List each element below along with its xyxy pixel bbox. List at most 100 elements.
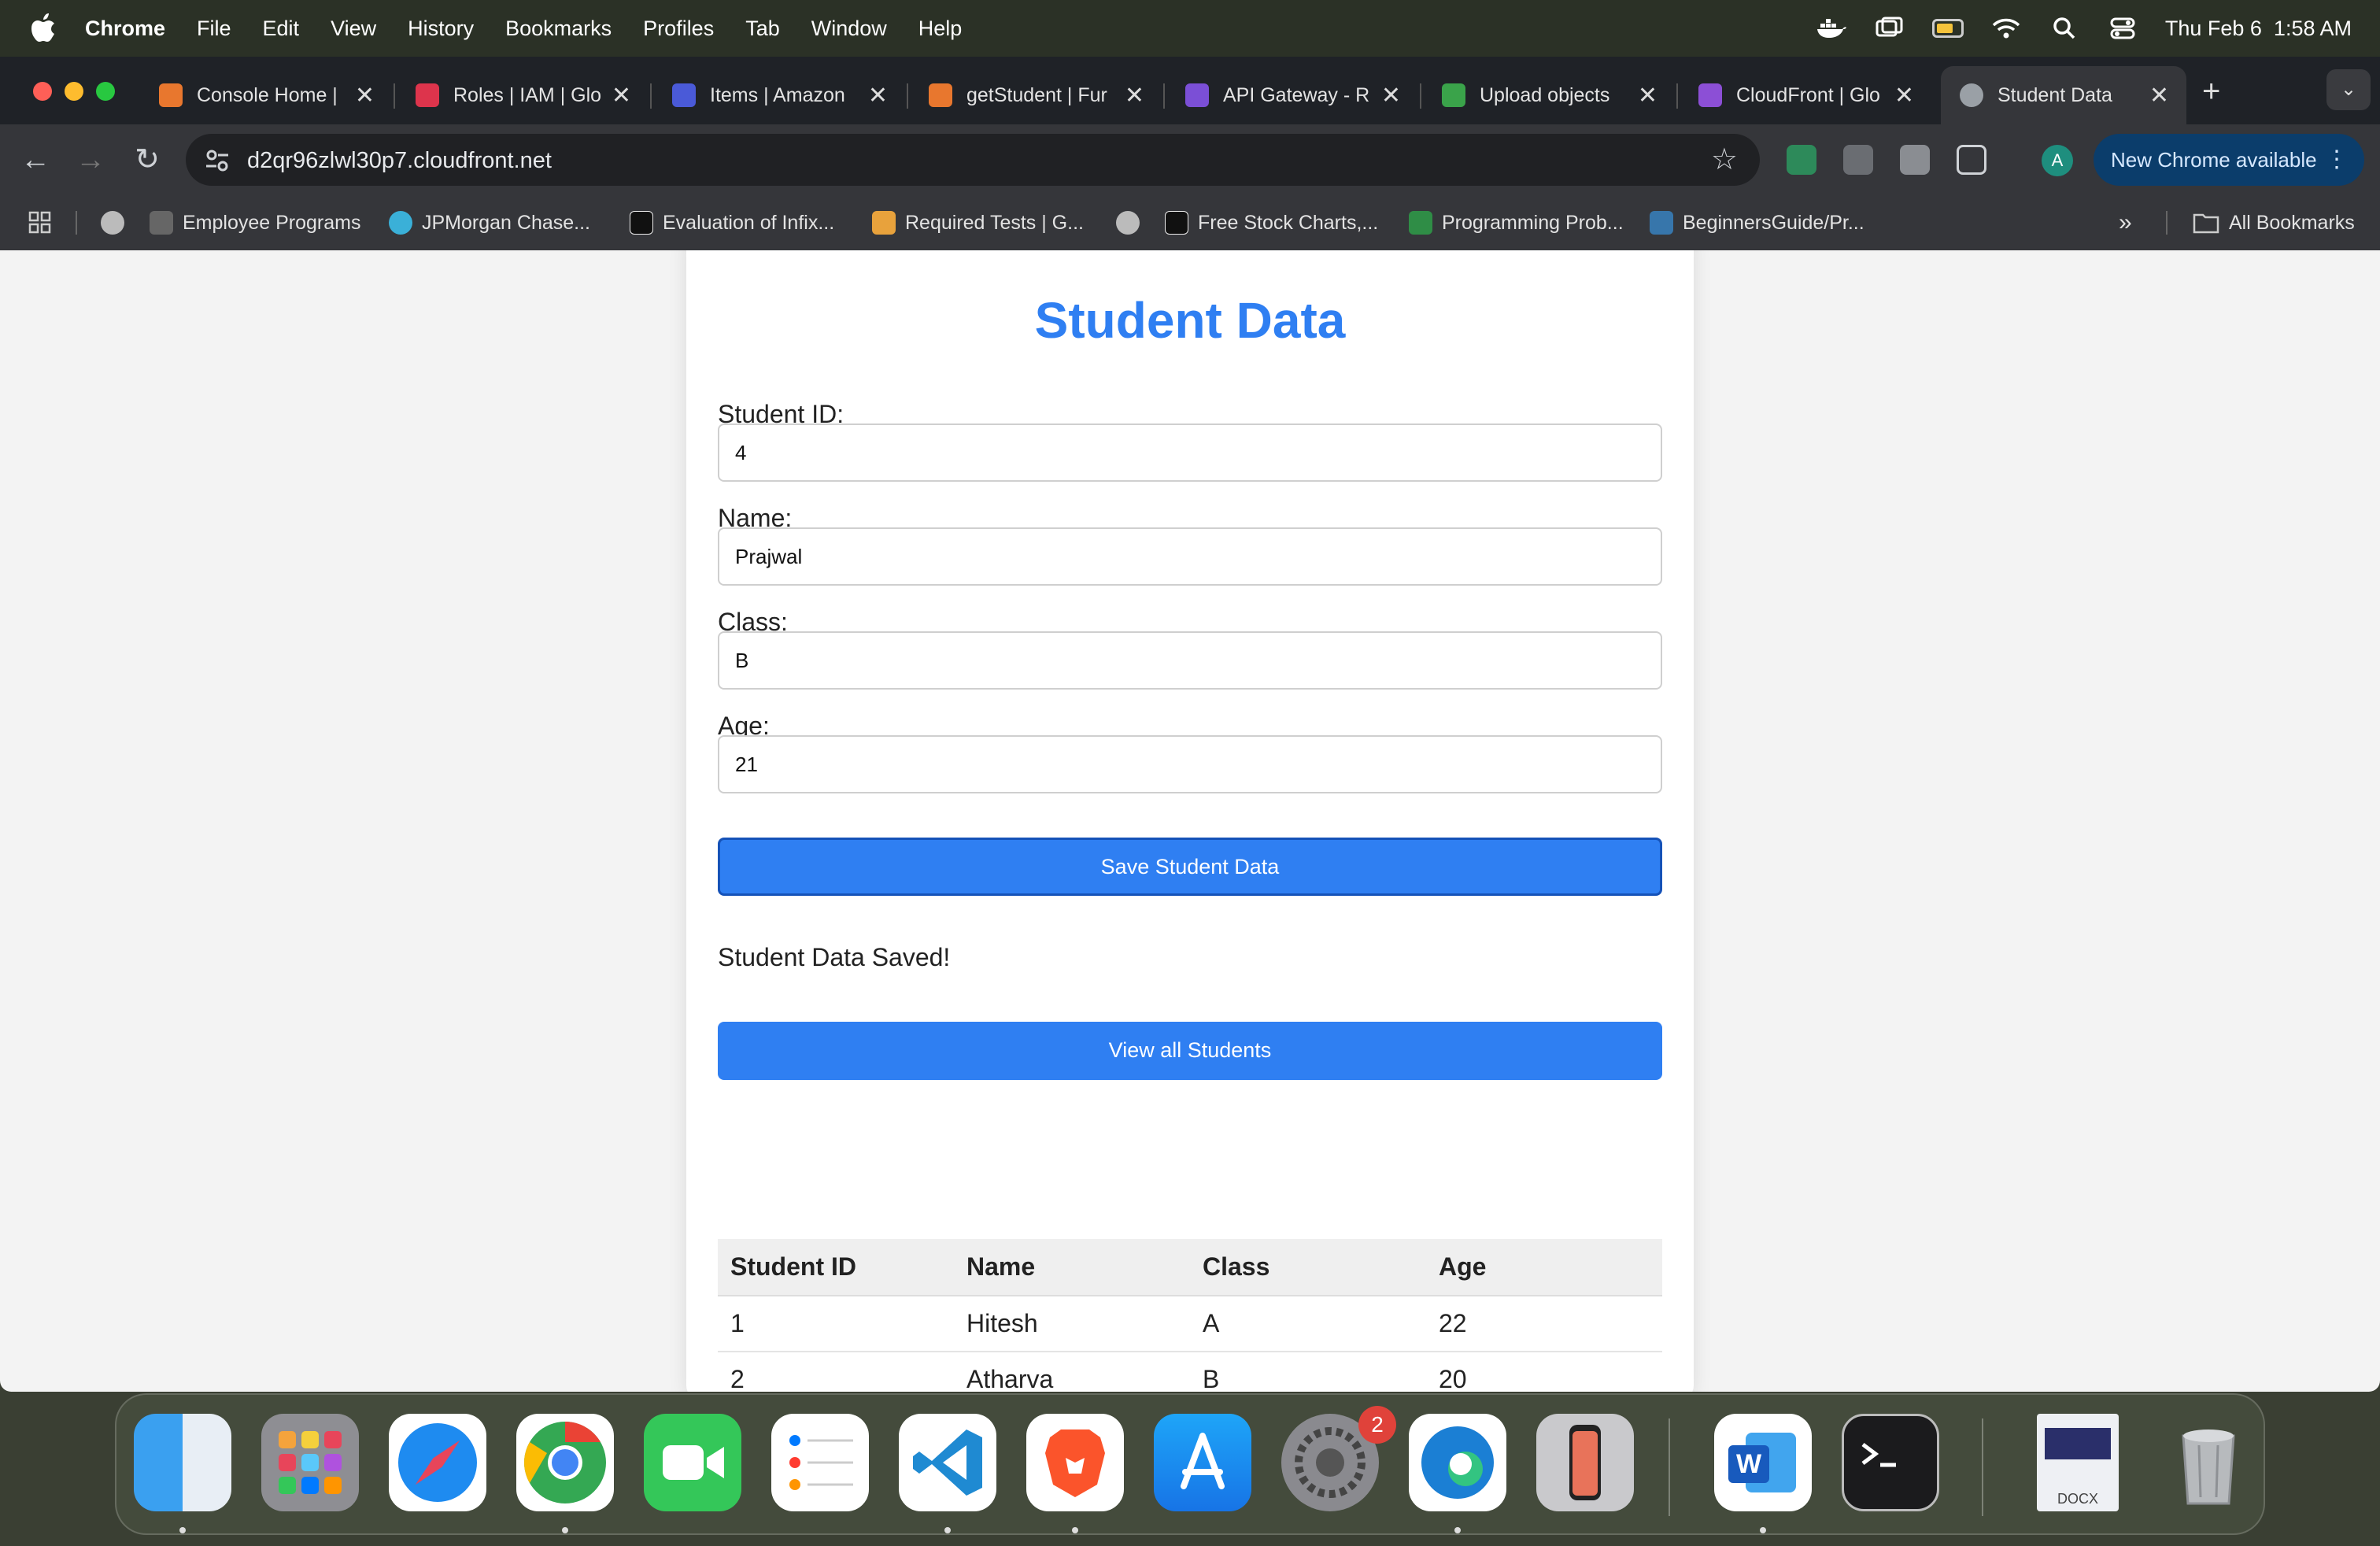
terminal-prompt-icon[interactable] — [1842, 1414, 1939, 1511]
vscode-icon[interactable] — [899, 1414, 996, 1511]
close-tab-icon[interactable]: ✕ — [612, 82, 631, 109]
url-text[interactable]: d2qr96zlwl30p7.cloudfront.net — [247, 148, 552, 174]
more-bookmarks-chevron-icon[interactable]: » — [2119, 195, 2132, 250]
name-input[interactable] — [718, 527, 1662, 586]
student-id-input[interactable] — [718, 423, 1662, 482]
class-input[interactable] — [718, 631, 1662, 690]
battery-icon[interactable] — [1931, 17, 1964, 40]
tab-cloudfront[interactable]: CloudFront | Glo ✕ — [1680, 66, 1931, 124]
globe-bookmark-icon[interactable] — [101, 195, 134, 250]
bookmark-evaluation-infix[interactable]: Evaluation of Infix... — [630, 195, 834, 250]
tab-items-dynamodb[interactable]: Items | Amazon ✕ — [653, 66, 905, 124]
running-indicator — [562, 1527, 568, 1533]
extension-screen-recorder-icon[interactable] — [1787, 145, 1816, 175]
globe-bookmark-icon[interactable] — [1116, 195, 1149, 250]
wifi-icon[interactable] — [1990, 17, 2022, 40]
cell-age: 20 — [1426, 1352, 1662, 1392]
new-chrome-available-button[interactable]: New Chrome available ⋮ — [2094, 134, 2364, 186]
new-tab-icon[interactable]: + — [2202, 74, 2220, 109]
reload-icon[interactable]: ↻ — [128, 140, 167, 179]
bookmark-separator — [2166, 211, 2168, 235]
chrome-tab-strip: Console Home | ✕ Roles | IAM | Glo ✕ Ite… — [0, 57, 2380, 124]
apple-logo-icon[interactable] — [30, 13, 57, 44]
address-bar[interactable]: d2qr96zlwl30p7.cloudfront.net ☆ — [186, 134, 1760, 186]
document-thumbnail-icon[interactable]: DOCX — [2037, 1414, 2119, 1511]
close-tab-icon[interactable]: ✕ — [1894, 82, 1914, 109]
microsoft-word-icon[interactable]: W — [1714, 1414, 1812, 1511]
docker-icon[interactable] — [1816, 17, 1847, 40]
finder-icon[interactable] — [134, 1414, 231, 1511]
forward-arrow-icon[interactable]: → — [71, 140, 110, 179]
view-all-students-button[interactable]: View all Students — [718, 1022, 1662, 1080]
bookmark-required-tests[interactable]: Required Tests | G... — [872, 195, 1084, 250]
iam-icon — [416, 83, 439, 107]
menubar-clock[interactable]: Thu Feb 6 1:58 AM — [2165, 17, 2352, 41]
back-arrow-icon[interactable]: ← — [16, 140, 55, 179]
close-tab-icon[interactable]: ✕ — [868, 82, 888, 109]
bookmark-employee-programs[interactable]: Employee Programs — [150, 195, 360, 250]
menu-file[interactable]: File — [197, 17, 231, 41]
profile-avatar[interactable]: A — [2042, 145, 2073, 176]
bookmark-star-icon[interactable]: ☆ — [1711, 142, 1738, 177]
dock-separator — [1669, 1418, 1670, 1516]
bookmark-programming-problems[interactable]: Programming Prob... — [1409, 195, 1624, 250]
menu-window[interactable]: Window — [811, 17, 887, 41]
cell-name: Atharva — [954, 1352, 1190, 1392]
close-tab-icon[interactable]: ✕ — [2149, 82, 2169, 109]
close-tab-icon[interactable]: ✕ — [355, 82, 375, 109]
trash-icon[interactable] — [2160, 1414, 2257, 1511]
all-bookmarks[interactable]: All Bookmarks — [2193, 195, 2355, 250]
menu-view[interactable]: View — [331, 17, 376, 41]
menu-edit[interactable]: Edit — [263, 17, 300, 41]
bookmark-beginners-guide[interactable]: BeginnersGuide/Pr... — [1650, 195, 1864, 250]
menu-tab[interactable]: Tab — [745, 17, 780, 41]
apps-grid-icon[interactable] — [28, 195, 52, 250]
tab-separator — [1163, 83, 1165, 109]
menu-help[interactable]: Help — [918, 17, 963, 41]
spotlight-search-icon[interactable] — [2049, 17, 2080, 40]
tab-separator — [1676, 83, 1678, 109]
tab-student-data[interactable]: Student Data ✕ — [1941, 66, 2186, 124]
extensions-puzzle-icon[interactable] — [1957, 145, 1986, 175]
menu-app-name[interactable]: Chrome — [85, 17, 165, 41]
close-tab-icon[interactable]: ✕ — [1638, 82, 1658, 109]
minimize-window-button[interactable] — [65, 82, 83, 101]
age-input[interactable] — [718, 735, 1662, 793]
launchpad-icon[interactable] — [261, 1414, 359, 1511]
tab-search-chevron-icon[interactable]: ⌄ — [2326, 69, 2371, 110]
screen-mirroring-icon[interactable] — [1874, 17, 1905, 40]
menubar-status-area: Thu Feb 6 1:58 AM — [1816, 0, 2352, 57]
menu-bookmarks[interactable]: Bookmarks — [505, 17, 612, 41]
bookmark-free-stock-charts[interactable]: Free Stock Charts,... — [1165, 195, 1378, 250]
bookmark-label: Programming Prob... — [1442, 211, 1624, 234]
tab-getstudent-lambda[interactable]: getStudent | Fur ✕ — [910, 66, 1162, 124]
update-label: New Chrome available — [2111, 148, 2317, 172]
chrome-icon[interactable] — [516, 1414, 614, 1511]
tab-api-gateway[interactable]: API Gateway - R ✕ — [1166, 66, 1418, 124]
brave-lion-icon[interactable] — [1026, 1414, 1124, 1511]
menu-profiles[interactable]: Profiles — [643, 17, 714, 41]
extension-notes-icon[interactable] — [1900, 145, 1930, 175]
tab-upload-objects-s3[interactable]: Upload objects ✕ — [1423, 66, 1675, 124]
iphone-mirroring-icon[interactable] — [1536, 1414, 1634, 1511]
tab-console-home[interactable]: Console Home | ✕ — [140, 66, 392, 124]
safari-compass-icon[interactable] — [389, 1414, 486, 1511]
facetime-camera-icon[interactable] — [644, 1414, 741, 1511]
reminders-list-icon[interactable] — [771, 1414, 869, 1511]
tab-roles-iam[interactable]: Roles | IAM | Glo ✕ — [397, 66, 649, 124]
more-menu-icon[interactable]: ⋮ — [2325, 134, 2349, 186]
bookmark-jpmorgan[interactable]: JPMorgan Chase... — [389, 195, 590, 250]
site-info-icon[interactable] — [203, 146, 231, 175]
edge-icon[interactable] — [1409, 1414, 1506, 1511]
close-tab-icon[interactable]: ✕ — [1381, 82, 1401, 109]
bookmark-separator — [76, 211, 77, 235]
control-center-icon[interactable] — [2107, 17, 2138, 40]
zoom-window-button[interactable] — [96, 82, 115, 101]
app-store-icon[interactable] — [1154, 1414, 1251, 1511]
close-tab-icon[interactable]: ✕ — [1125, 82, 1144, 109]
tab-title: Roles | IAM | Glo — [453, 83, 602, 106]
menu-history[interactable]: History — [408, 17, 474, 41]
save-student-data-button[interactable]: Save Student Data — [718, 838, 1662, 896]
close-window-button[interactable] — [33, 82, 52, 101]
extension-camera-icon[interactable] — [1843, 145, 1873, 175]
